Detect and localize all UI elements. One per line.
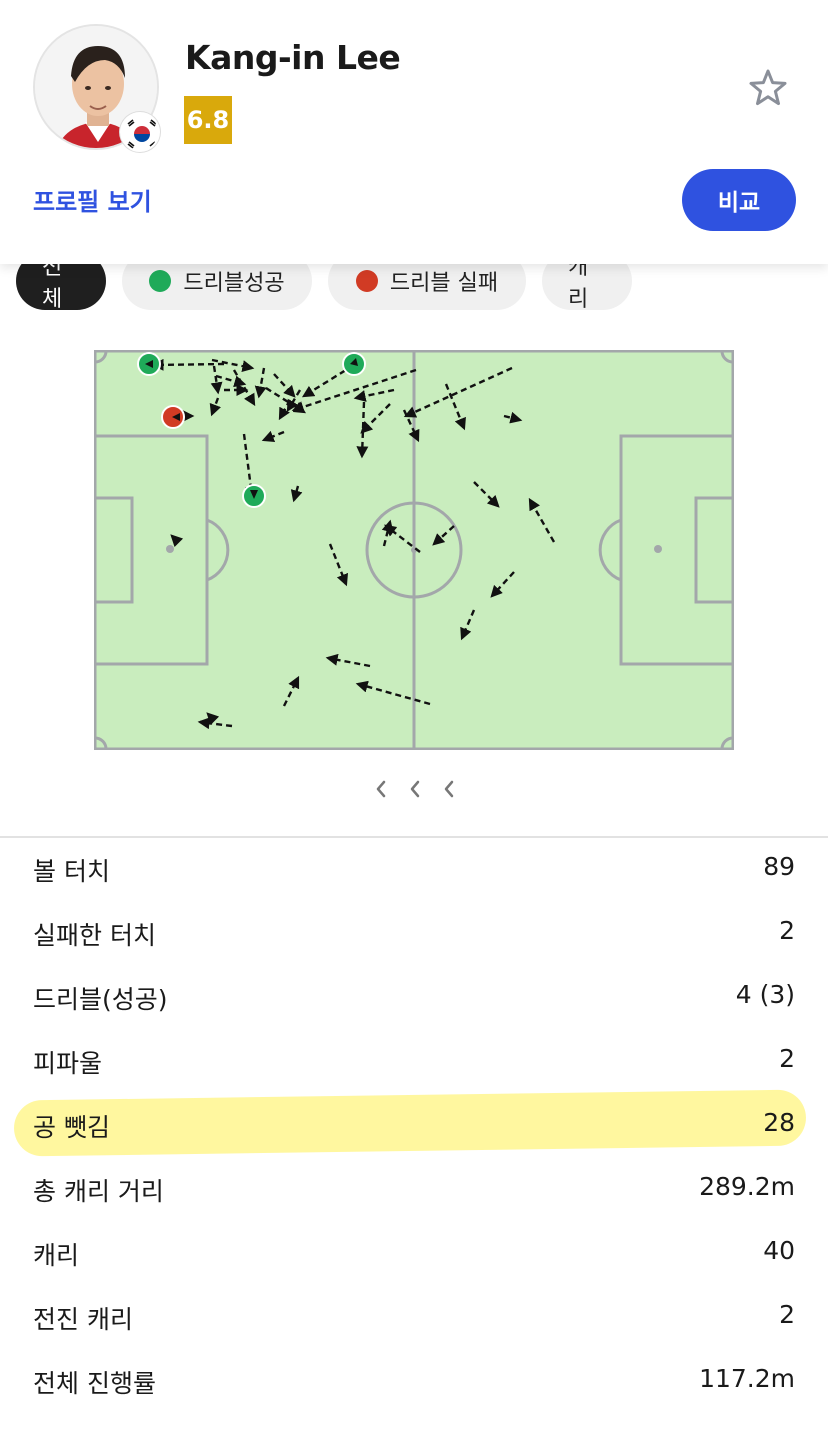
favorite-star-icon[interactable] <box>746 66 790 110</box>
stat-row: 전체 진행률 117.2m <box>0 1350 828 1414</box>
chevron-left-icon <box>410 780 420 798</box>
stat-label: 드리블(성공) <box>33 985 168 1014</box>
stat-value: 40 <box>763 1236 795 1265</box>
view-profile-link[interactable]: 프로필 보기 <box>33 182 152 217</box>
rating-badge: 6.8 <box>184 96 232 144</box>
red-dot-icon <box>355 270 378 292</box>
stat-value: 89 <box>763 852 795 881</box>
stat-value: 28 <box>763 1108 795 1137</box>
stat-value: 2 <box>779 1044 795 1073</box>
stat-row: 총 캐리 거리 289.2m <box>0 1158 828 1222</box>
filter-dribble-fail-label: 드리블 실패 <box>389 271 499 296</box>
pitch-svg <box>93 349 735 751</box>
stat-row: 실패한 터치 2 <box>0 902 828 966</box>
stat-row: 볼 터치 89 <box>0 838 828 902</box>
chevron-left-icon <box>376 780 386 798</box>
stat-label: 볼 터치 <box>33 857 110 886</box>
player-name: Kang-in Lee <box>185 38 401 77</box>
compare-button[interactable]: 비교 <box>682 169 796 231</box>
stat-value: 117.2m <box>699 1364 795 1393</box>
stat-label: 실패한 터치 <box>33 921 156 950</box>
filter-dribble-success-label: 드리블성공 <box>183 271 285 296</box>
stat-row: 드리블(성공) 4 (3) <box>0 966 828 1030</box>
player-header: Kang-in Lee 6.8 프로필 보기 비교 <box>0 0 828 264</box>
stat-value: 289.2m <box>699 1172 795 1201</box>
stat-label: 공 뺏김 <box>33 1113 110 1142</box>
stats-list: 볼 터치 89 실패한 터치 2 드리블(성공) 4 (3) 피파울 2 공 뺏… <box>0 838 828 1414</box>
stat-value: 2 <box>779 916 795 945</box>
stat-label: 피파울 <box>33 1049 103 1078</box>
stat-value: 2 <box>779 1300 795 1329</box>
stat-label: 총 캐리 거리 <box>33 1177 164 1206</box>
stat-label: 캐리 <box>33 1241 80 1270</box>
stat-row: 피파울 2 <box>0 1030 828 1094</box>
stat-row: 캐리 40 <box>0 1222 828 1286</box>
stat-value: 4 (3) <box>735 980 795 1009</box>
chevron-left-icon <box>444 780 454 798</box>
stat-row: 전진 캐리 2 <box>0 1286 828 1350</box>
pitch-map <box>93 349 735 751</box>
south-korea-flag-icon <box>120 112 160 152</box>
stat-label: 전진 캐리 <box>33 1305 133 1334</box>
pager-arrows[interactable] <box>360 774 470 804</box>
green-dot-icon <box>149 270 172 292</box>
stat-row: 공 뺏김 28 <box>0 1094 828 1158</box>
stat-label: 전체 진행률 <box>33 1369 156 1398</box>
